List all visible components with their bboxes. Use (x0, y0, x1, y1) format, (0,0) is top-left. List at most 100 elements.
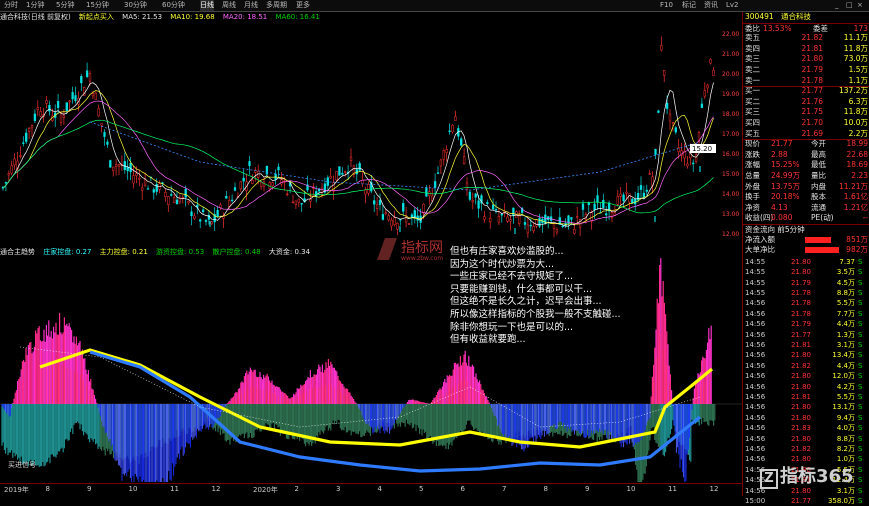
price-tick: 20.00 (722, 71, 739, 78)
row-value: 21.82 (801, 33, 823, 43)
candle-body (529, 224, 532, 227)
candle-body (62, 115, 66, 118)
candlestick-chart[interactable]: 15.20 22.00 21.00 20.00 19.00 18.00 17.00 16.00… (0, 22, 742, 246)
tick-volume: 4.4万 (836, 361, 855, 370)
candle-body (233, 187, 237, 191)
tab-period[interactable]: 日线 (200, 0, 214, 11)
row-volume: 1.5万 (848, 65, 868, 74)
row-label: 买二 (745, 96, 760, 106)
candle-body (509, 219, 512, 222)
price-tick: 13.00 (722, 211, 739, 218)
tick-price: 21.78 (790, 309, 811, 318)
toolbar-button[interactable]: 标记 (682, 0, 696, 11)
candle-body (172, 197, 176, 203)
candle-body (143, 178, 147, 186)
tick-time: 14:55 (745, 257, 766, 266)
stat-label: 换手 (745, 192, 760, 202)
price-tick: 15.00 (722, 171, 739, 178)
close-icon[interactable]: × (857, 0, 863, 11)
candle-body (384, 212, 387, 215)
tab-period[interactable]: 周线 (222, 0, 236, 11)
candle-body (532, 226, 535, 232)
toolbar-button[interactable]: 资讯 (704, 0, 718, 11)
tab-period[interactable]: 多周期 (266, 0, 287, 11)
tick-volume: 3.5万 (836, 268, 855, 277)
buy-order-row: 买四 21.70 10.0万 (743, 118, 869, 129)
candle-body (462, 156, 466, 165)
tab-period[interactable]: 5分钟 (56, 0, 74, 11)
candle-body (407, 223, 411, 225)
candle-body (56, 101, 60, 108)
tick-dir: S (858, 330, 863, 339)
candle-body (489, 218, 492, 223)
tab-period[interactable]: 60分钟 (162, 0, 185, 11)
row-value: 21.69 (801, 128, 823, 138)
stock-name: 通合科技(日线 前复权) (0, 13, 71, 21)
date-label: 10 (128, 485, 138, 493)
date-label: 3 (336, 485, 341, 493)
ma10-value: MA10: 19.68 (170, 13, 215, 21)
stat-value: 0.080 (771, 213, 793, 223)
row-label: 买三 (745, 107, 760, 117)
candle-body (25, 132, 28, 142)
stat-label2: 最高 (811, 149, 826, 159)
min-icon[interactable]: _ (835, 0, 839, 11)
stat-label2: 今开 (811, 139, 826, 149)
stat-value: 4.13 (771, 202, 788, 212)
tab-period[interactable]: 分时 (4, 0, 18, 11)
toolbar-button[interactable]: F10 (660, 0, 673, 11)
tab-period[interactable]: 30分钟 (124, 0, 147, 11)
candle-body (454, 116, 457, 121)
stat-row: 现价 21.77 今开 18.99 (743, 139, 869, 150)
toolbar-button[interactable]: Lv2 (726, 0, 739, 11)
tick-volume: 1.3万 (836, 330, 855, 339)
tick-row: 14:56 21.80 9.4万 S (743, 413, 869, 423)
candle-body (219, 204, 222, 208)
candle-body (665, 102, 669, 109)
max-icon[interactable]: □ (846, 0, 853, 11)
tick-dir: S (858, 299, 863, 308)
tab-period[interactable]: 1分钟 (26, 0, 44, 11)
tab-period[interactable]: 15分钟 (86, 0, 109, 11)
candle-body (181, 196, 184, 199)
tab-period[interactable]: 更多 (296, 0, 310, 11)
candle-body (68, 100, 71, 103)
candle-body (129, 162, 132, 173)
candle-body (48, 104, 51, 112)
stock-name: 通合科技 (781, 12, 811, 21)
candle-body (552, 223, 556, 229)
tick-dir: S (858, 465, 863, 474)
stat-value2: 18.69 (846, 160, 868, 170)
tick-row: 14:55 21.80 3.5万 S (743, 267, 869, 277)
candle-body (700, 103, 704, 108)
candle-body (367, 184, 370, 194)
candle-body (639, 185, 643, 190)
tab-period[interactable]: 月线 (244, 0, 258, 11)
comment-line: 一些庄家已经不去守规矩了... (450, 271, 574, 283)
flow-value: 982万 (846, 245, 868, 255)
candle-body (193, 215, 196, 219)
candle-body (100, 123, 103, 126)
sell-order-row: 卖五 21.82 11.1万 (743, 33, 869, 44)
stat-label2: 流通 (811, 202, 826, 212)
stat-label: 涨幅 (745, 160, 760, 170)
tick-dir: S (858, 361, 863, 370)
candle-body (587, 202, 590, 205)
candle-body (645, 189, 648, 192)
candle-body (126, 167, 129, 172)
candle-body (706, 84, 709, 89)
buy-order-row: 买二 21.76 6.3万 (743, 97, 869, 108)
candle-body (474, 193, 477, 198)
tick-price: 21.80 (790, 372, 811, 381)
candle-body (201, 209, 205, 213)
candle-body (280, 179, 283, 185)
candle-body (190, 211, 193, 216)
stat-value: 20.18% (771, 192, 800, 202)
candle-body (225, 196, 228, 199)
candle-body (703, 90, 706, 97)
tick-dir: S (858, 257, 863, 266)
candle-body (410, 214, 414, 218)
tick-price: 21.80 (790, 351, 811, 360)
row-label: 卖三 (745, 54, 760, 64)
candle-body (4, 182, 8, 184)
